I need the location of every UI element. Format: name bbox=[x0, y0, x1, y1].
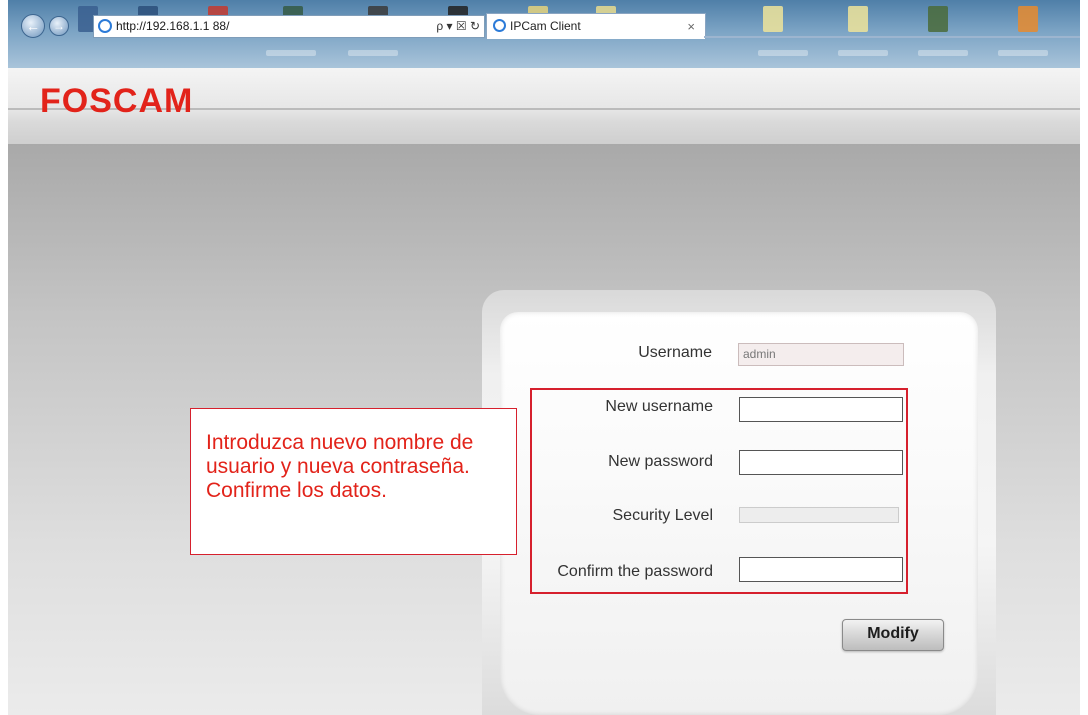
page-header: FOSCAM bbox=[8, 68, 1080, 144]
desktop-label bbox=[266, 50, 316, 56]
foscam-logo: FOSCAM bbox=[40, 82, 194, 120]
desktop-label bbox=[838, 50, 888, 56]
ie-logo-icon bbox=[493, 19, 506, 32]
desktop-label bbox=[998, 50, 1048, 56]
annotation-callout: Introduzca nuevo nombre de usuario y nue… bbox=[190, 408, 517, 555]
tab-close-icon[interactable]: × bbox=[687, 14, 695, 39]
forward-button[interactable]: → bbox=[49, 16, 69, 36]
tab-strip bbox=[704, 36, 1080, 38]
username-field: admin bbox=[738, 343, 904, 366]
modify-button[interactable]: Modify bbox=[842, 619, 944, 651]
address-url: http://192.168.1.1 88/ bbox=[116, 19, 230, 33]
address-tools[interactable]: ρ ▾ ☒ ↻ bbox=[436, 16, 480, 37]
browser-tab[interactable]: IPCam Client × bbox=[486, 13, 706, 39]
desktop-label bbox=[918, 50, 968, 56]
tab-title: IPCam Client bbox=[510, 19, 581, 33]
desktop-icon bbox=[848, 6, 868, 32]
desktop-label bbox=[758, 50, 808, 56]
browser-top-bar: ← → http://192.168.1.1 88/ ρ ▾ ☒ ↻ IPCam… bbox=[8, 0, 1080, 68]
username-label: Username bbox=[638, 344, 712, 361]
address-bar[interactable]: http://192.168.1.1 88/ ρ ▾ ☒ ↻ bbox=[93, 15, 485, 38]
highlight-box bbox=[530, 388, 908, 594]
desktop-icon bbox=[763, 6, 783, 32]
back-button[interactable]: ← bbox=[21, 14, 45, 38]
desktop-icon bbox=[1018, 6, 1038, 32]
ie-logo-icon bbox=[98, 19, 112, 33]
desktop-label bbox=[348, 50, 398, 56]
desktop-icon bbox=[928, 6, 948, 32]
